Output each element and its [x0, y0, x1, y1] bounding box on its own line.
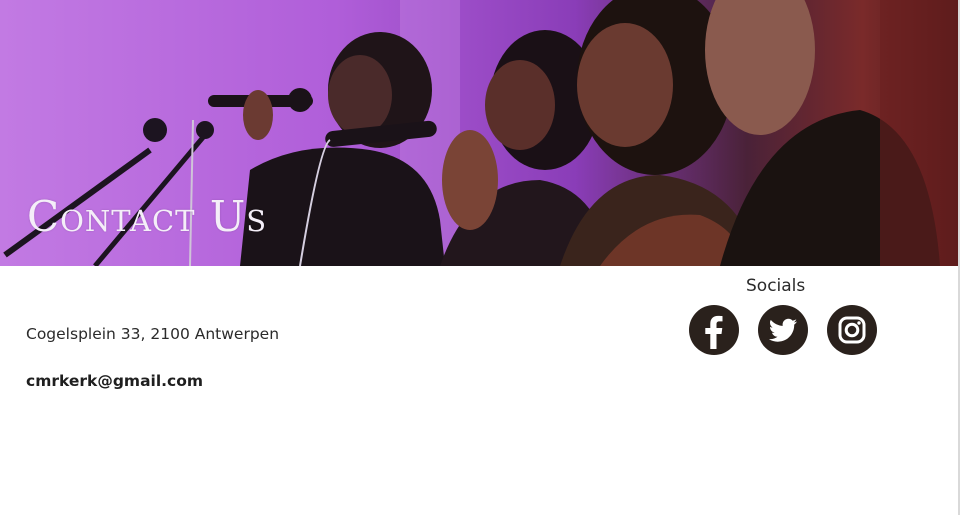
email-link[interactable]: cmrkerk@gmail.com	[26, 372, 203, 390]
instagram-link[interactable]	[827, 305, 877, 355]
socials-heading: Socials	[746, 276, 806, 296]
instagram-icon	[838, 316, 866, 344]
hero-banner: Contact Us	[0, 0, 958, 266]
twitter-link[interactable]	[758, 305, 808, 355]
facebook-icon	[705, 315, 723, 349]
contact-page: Contact Us Cogelsplein 33, 2100 Antwerpe…	[0, 0, 960, 515]
address-text: Cogelsplein 33, 2100 Antwerpen	[26, 325, 280, 343]
page-title: Contact Us	[27, 192, 268, 241]
twitter-icon	[768, 318, 797, 342]
facebook-link[interactable]	[689, 305, 739, 355]
